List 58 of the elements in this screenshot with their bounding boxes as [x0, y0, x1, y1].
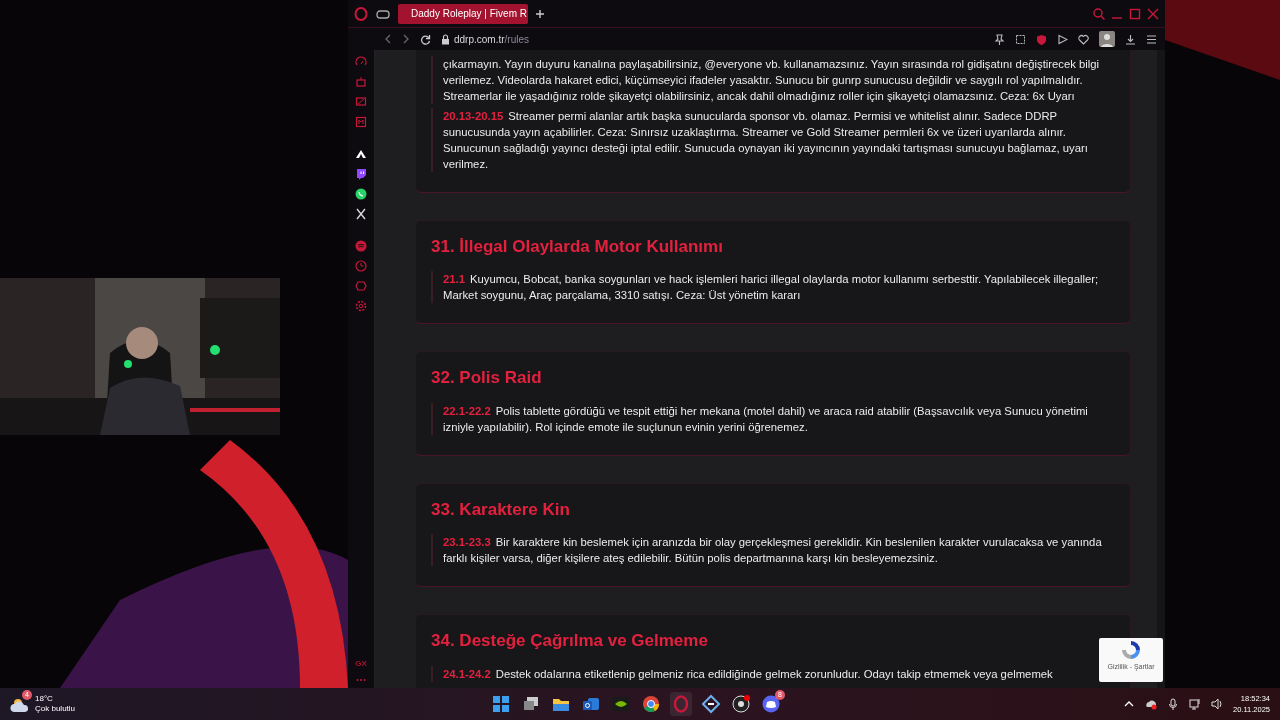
record-icon [731, 694, 751, 714]
speedometer-icon[interactable] [355, 56, 367, 68]
rule-text: 22.1-22.2 Polis tablette gördüğü ve tespit ettiği her mekana (motel dahil) ve araca raid atabilir (Başsavcılık veya Sunucu yönetimi izniyle yapılabilir). Rol içinde emote ile suçlunun evinin yerini öğrenemez. [443, 403, 1089, 435]
rule-text: 21.1 Kuyumcu, Bobcat, banka soygunları ve hack işlemleri harici illegal olaylarda motor kullanımı serbesttir. Yapılabilecek illegaller; Market soygunu, Araç parçalama, 3310 satışı. Ceza: Üst yönetim kararı [443, 272, 1100, 304]
diamond-icon [701, 694, 721, 714]
menu-icon[interactable] [1146, 33, 1157, 45]
heart-icon[interactable] [1078, 33, 1089, 45]
taskbar-app[interactable] [730, 692, 752, 716]
new-tab-icon[interactable] [534, 7, 546, 20]
weather-condition: Çok bulutlu [35, 704, 76, 714]
browser-tab[interactable]: Daddy Roleplay | Fivem R [398, 3, 528, 24]
music-icon[interactable] [355, 240, 367, 252]
whatsapp-icon[interactable] [355, 188, 367, 200]
play-icon[interactable] [1057, 33, 1068, 45]
more-icon[interactable] [356, 678, 366, 682]
forward-icon[interactable] [402, 34, 410, 44]
shield-icon[interactable] [1036, 33, 1047, 45]
start-icon [491, 694, 511, 714]
clock-icon[interactable] [355, 260, 367, 272]
rule-text: 20.13-20.15 Streamer permi alanlar artık başka sunucularda sponsor vb. olamaz. Permisi ve whitelist alınır. Sadece DDRP sunucusunda yayın açabilirler. Ceza: Sınırsız uzaklaştırma. Streamer ve Gold Streamer permleri 6x ve üzeri uyarılarda alınır. Sunucunun sağladığı yayıncı desteği iptal edilir. Sunucuda oynayan iki yayıncının yayındaki tartışması sunucuyu bağlamaz, uyarı verilmez. [443, 109, 1089, 172]
temperature: 18°C [35, 694, 54, 704]
rule-text: 23.1-23.3 Bir karaktere kin beslemek için aranızda bir olay gerçekleşmesi gereklidir. Kin beslenilen karakter vurulacaksa ve yanında farklı kişiler varsa, diğer kişilere ateş edilebilir. Bütün polis departmanına karşı kin besleyemezsiniz. [443, 535, 1103, 567]
network-icon[interactable] [1189, 698, 1201, 710]
tab-title: Daddy Roleplay | Fivem R [411, 7, 527, 21]
reload-icon[interactable] [420, 33, 431, 45]
twitch-icon[interactable] [355, 168, 367, 180]
volume-icon[interactable] [1211, 698, 1223, 710]
lock-icon [441, 33, 450, 45]
chrome-icon [641, 694, 661, 714]
back-icon[interactable] [384, 34, 392, 44]
address-bar[interactable]: ddrp.com.tr/rules [441, 31, 530, 47]
peak-icon[interactable] [355, 148, 367, 160]
maximize-icon[interactable] [1129, 7, 1141, 20]
chat-icon [761, 694, 781, 714]
microphone-icon[interactable] [1167, 698, 1179, 710]
avatar-icon[interactable] [1099, 31, 1115, 47]
rule-text: çıkarmayın. Yayın duyuru kanalına paylaşabilirsiniz, @everyone vb. kullanamazsınız. Yayın sırasında rol gidişatını değiştirecek bilgi verilemez. Videolarda hakaret edici, küçümseyici ifadeler yasaktır. Sunucu bir gunrp sunucusu değildir ve saygılı rol yapılmalıdır. Streamerlar ile yaşadığınız rolde şikayetçi olabilirsiniz, ancak dahil olmadığınız roller için şikayetçi olamazsınız. Ceza: 6x Uyarı [443, 57, 1101, 104]
recaptcha-icon [1119, 638, 1143, 662]
settings-icon[interactable] [355, 300, 367, 312]
section-heading: 33. Karaktere Kin [431, 499, 571, 521]
search-icon[interactable] [1093, 7, 1105, 20]
eye-logo-icon [611, 694, 631, 714]
scrollbar[interactable] [1157, 50, 1165, 688]
x-logo-icon[interactable] [355, 208, 367, 220]
cloud-icon[interactable] [1145, 698, 1157, 710]
browser-logo-icon [671, 694, 691, 714]
url-text: ddrp.com.tr/rules [454, 32, 530, 47]
section-heading: 34. Desteğe Çağrılma ve Gelmeme [431, 631, 709, 652]
pin-icon[interactable] [994, 33, 1005, 45]
cloud-icon[interactable] [10, 696, 30, 713]
close-icon[interactable] [1147, 7, 1159, 20]
taskbar-app[interactable] [700, 692, 722, 716]
section-heading: 32. Polis Raid [431, 368, 543, 389]
screen-icon[interactable] [355, 96, 367, 108]
download-icon[interactable] [1125, 33, 1136, 45]
section-heading: 31. İllegal Olaylarda Motor Kullanımı [431, 237, 724, 258]
browser-logo-icon[interactable] [354, 6, 368, 21]
snapshot-icon[interactable] [1015, 33, 1026, 45]
